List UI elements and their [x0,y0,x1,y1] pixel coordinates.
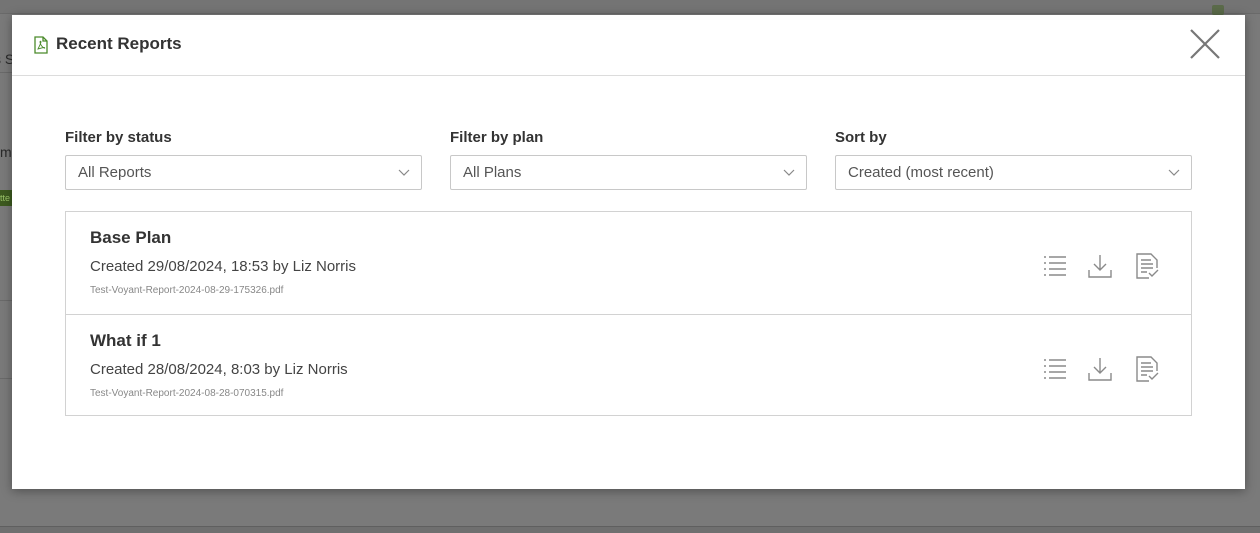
view-details-button[interactable] [1040,355,1068,383]
view-details-button[interactable] [1040,252,1068,280]
background-divider [0,378,12,379]
chevron-down-icon [398,169,410,176]
download-button[interactable] [1086,252,1114,280]
filter-plan-group: Filter by plan All Plans [450,129,807,190]
download-icon [1088,255,1112,278]
review-report-button[interactable] [1133,252,1161,280]
filter-status-select[interactable]: All Reports [65,155,422,190]
recent-reports-modal: Recent Reports Filter by status All Repo… [12,15,1245,489]
background-bottom-bar [0,526,1260,533]
sort-select[interactable]: Created (most recent) [835,155,1192,190]
modal-title: Recent Reports [56,34,182,53]
sort-group: Sort by Created (most recent) [835,129,1192,190]
report-filename: Test-Voyant-Report-2024-08-28-070315.pdf [90,388,284,399]
download-button[interactable] [1086,355,1114,383]
report-list: Base Plan Created 29/08/2024, 18:53 by L… [65,211,1192,416]
filter-plan-select[interactable]: All Plans [450,155,807,190]
filter-status-value: All Reports [78,164,152,181]
list-item: What if 1 Created 28/08/2024, 8:03 by Li… [66,314,1191,416]
close-icon [1190,29,1220,59]
background-divider [0,72,12,73]
report-filename: Test-Voyant-Report-2024-08-29-175326.pdf [90,285,284,296]
background-book-icon [1212,5,1224,15]
list-icon [1044,359,1066,379]
report-name: Base Plan [90,228,172,247]
chevron-down-icon [783,169,795,176]
report-name: What if 1 [90,331,161,350]
sort-label: Sort by [835,129,887,146]
close-button[interactable] [1187,26,1223,62]
background-topbar [0,0,1260,14]
download-icon [1088,358,1112,381]
background-badge: tte [0,190,12,206]
filter-plan-label: Filter by plan [450,129,544,146]
background-divider [0,300,12,301]
background-text-fragment: m [0,144,12,160]
report-created-info: Created 28/08/2024, 8:03 by Liz Norris [90,361,348,378]
list-item: Base Plan Created 29/08/2024, 18:53 by L… [66,212,1191,314]
review-report-button[interactable] [1133,355,1161,383]
report-check-icon [1136,253,1159,279]
report-created-info: Created 29/08/2024, 18:53 by Liz Norris [90,258,356,275]
modal-header: Recent Reports [12,15,1245,76]
list-icon [1044,256,1066,276]
chevron-down-icon [1168,169,1180,176]
filter-plan-value: All Plans [463,164,522,181]
pdf-file-icon [34,36,48,54]
filter-status-group: Filter by status All Reports [65,129,422,190]
sort-value: Created (most recent) [848,164,994,181]
filter-status-label: Filter by status [65,129,172,146]
report-check-icon [1136,356,1159,382]
